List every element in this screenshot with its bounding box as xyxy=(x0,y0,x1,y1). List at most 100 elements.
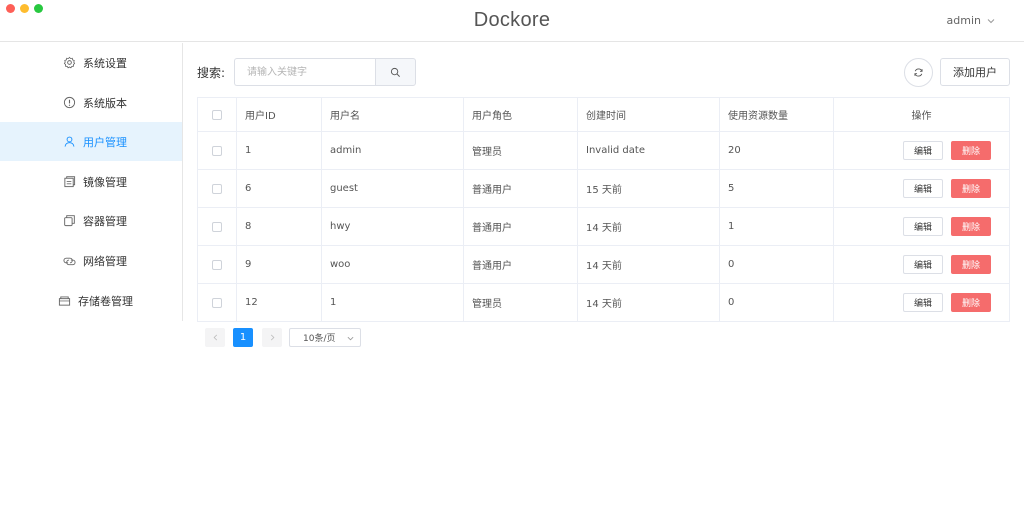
container-icon xyxy=(63,214,76,227)
cell-role: 管理员 xyxy=(464,132,578,169)
cell-user-id: 6 xyxy=(237,170,322,207)
pagination-prev-button[interactable] xyxy=(205,328,225,347)
column-header-created[interactable]: 创建时间 xyxy=(578,98,720,131)
table-header-row: 用户ID 用户名 用户角色 创建时间 使用资源数量 操作 xyxy=(198,98,1009,132)
cell-role: 普通用户 xyxy=(464,170,578,207)
refresh-button[interactable] xyxy=(904,58,933,87)
sidebar-item-label: 容器管理 xyxy=(83,214,127,228)
cell-role: 普通用户 xyxy=(464,246,578,283)
page-size-value: 10条/页 xyxy=(303,334,336,344)
user-menu-name: admin xyxy=(946,14,981,27)
sidebar-item-label: 用户管理 xyxy=(83,135,127,149)
cell-actions: 编辑 删除 xyxy=(834,246,1009,283)
chevron-down-icon xyxy=(987,18,995,23)
delete-button[interactable]: 删除 xyxy=(951,217,991,236)
table-row: 12 1 管理员 14 天前 0 编辑 删除 xyxy=(198,284,1009,322)
edit-button[interactable]: 编辑 xyxy=(903,217,943,236)
row-checkbox[interactable] xyxy=(212,297,222,308)
search-input[interactable] xyxy=(234,58,376,86)
cell-username: guest xyxy=(322,170,464,207)
row-checkbox[interactable] xyxy=(212,259,222,270)
row-checkbox[interactable] xyxy=(212,221,222,232)
cell-resources: 0 xyxy=(720,246,834,283)
edit-button[interactable]: 编辑 xyxy=(903,255,943,274)
user-menu[interactable]: admin xyxy=(947,14,995,27)
row-checkbox[interactable] xyxy=(212,183,222,194)
refresh-icon xyxy=(914,68,923,77)
cell-actions: 编辑 删除 xyxy=(834,132,1009,169)
sidebar-item-label: 系统版本 xyxy=(83,96,127,110)
cell-resources: 20 xyxy=(720,132,834,169)
cell-user-id: 9 xyxy=(237,246,322,283)
cell-user-id: 12 xyxy=(237,284,322,321)
sidebar-item-system-settings[interactable]: 系统设置 xyxy=(0,43,182,82)
cell-role: 管理员 xyxy=(464,284,578,321)
cell-resources: 1 xyxy=(720,208,834,245)
cell-username: hwy xyxy=(322,208,464,245)
gear-icon xyxy=(63,56,76,69)
edit-button[interactable]: 编辑 xyxy=(903,141,943,160)
sidebar-item-label: 镜像管理 xyxy=(83,175,127,189)
cell-created: 14 天前 xyxy=(578,208,720,245)
delete-button[interactable]: 删除 xyxy=(951,293,991,312)
cell-created: 14 天前 xyxy=(578,246,720,283)
edit-button[interactable]: 编辑 xyxy=(903,179,943,198)
info-icon xyxy=(63,96,76,109)
delete-button[interactable]: 删除 xyxy=(951,141,991,160)
cell-role: 普通用户 xyxy=(464,208,578,245)
table-row: 1 admin 管理员 Invalid date 20 编辑 删除 xyxy=(198,132,1009,170)
add-user-button[interactable]: 添加用户 xyxy=(940,58,1010,86)
chevron-down-icon xyxy=(347,336,354,341)
column-header-resources[interactable]: 使用资源数量 xyxy=(720,98,834,131)
table-row: 9 woo 普通用户 14 天前 0 编辑 删除 xyxy=(198,246,1009,284)
column-header-role[interactable]: 用户角色 xyxy=(464,98,578,131)
user-table: 用户ID 用户名 用户角色 创建时间 使用资源数量 操作 1 admin 管理员… xyxy=(197,97,1010,322)
search-button[interactable] xyxy=(375,58,416,86)
sidebar-item-container-management[interactable]: 容器管理 xyxy=(0,201,182,240)
cell-user-id: 1 xyxy=(237,132,322,169)
cell-resources: 0 xyxy=(720,284,834,321)
cell-user-id: 8 xyxy=(237,208,322,245)
sidebar-item-storage-management[interactable]: 存储卷管理 xyxy=(0,281,182,320)
sidebar-item-label: 网络管理 xyxy=(83,254,127,268)
pagination-page-1[interactable]: 1 xyxy=(233,328,253,347)
cell-created: 15 天前 xyxy=(578,170,720,207)
column-header-actions: 操作 xyxy=(911,111,932,122)
cell-username: admin xyxy=(322,132,464,169)
app-title: Dockore xyxy=(473,9,551,31)
cell-username: 1 xyxy=(322,284,464,321)
cell-created: 14 天前 xyxy=(578,284,720,321)
cell-actions: 编辑 删除 xyxy=(834,170,1009,207)
delete-button[interactable]: 删除 xyxy=(951,179,991,198)
sidebar-item-network-management[interactable]: 网络管理 xyxy=(0,241,182,280)
table-row: 8 hwy 普通用户 14 天前 1 编辑 删除 xyxy=(198,208,1009,246)
chevron-right-icon xyxy=(270,334,274,341)
cell-actions: 编辑 删除 xyxy=(834,208,1009,245)
pagination-next-button[interactable] xyxy=(262,328,282,347)
sidebar-item-user-management[interactable]: 用户管理 xyxy=(0,122,182,161)
sidebar-item-system-version[interactable]: 系统版本 xyxy=(0,83,182,122)
edit-button[interactable]: 编辑 xyxy=(903,293,943,312)
user-icon xyxy=(63,135,76,148)
sidebar: 系统设置 系统版本 用户管理 镜像管理 容器管理 网络管理 存储卷管理 xyxy=(0,43,183,321)
cell-username: woo xyxy=(322,246,464,283)
search-icon xyxy=(390,67,400,77)
select-all-checkbox[interactable] xyxy=(212,109,222,120)
cell-actions: 编辑 删除 xyxy=(834,284,1009,321)
image-icon xyxy=(63,175,76,188)
cell-resources: 5 xyxy=(720,170,834,207)
page-size-select[interactable]: 10条/页 xyxy=(289,328,361,347)
column-header-username[interactable]: 用户名 xyxy=(322,98,464,131)
network-icon xyxy=(63,254,76,267)
sidebar-item-label: 系统设置 xyxy=(83,56,127,70)
sidebar-item-label: 存储卷管理 xyxy=(78,294,133,308)
chevron-left-icon xyxy=(213,334,217,341)
cell-created: Invalid date xyxy=(578,132,720,169)
row-checkbox[interactable] xyxy=(212,145,222,156)
column-header-user-id[interactable]: 用户ID xyxy=(237,98,322,131)
sidebar-item-image-management[interactable]: 镜像管理 xyxy=(0,162,182,201)
app-header: Dockore admin xyxy=(0,0,1024,42)
search-label: 搜索: xyxy=(197,66,226,80)
table-row: 6 guest 普通用户 15 天前 5 编辑 删除 xyxy=(198,170,1009,208)
delete-button[interactable]: 删除 xyxy=(951,255,991,274)
